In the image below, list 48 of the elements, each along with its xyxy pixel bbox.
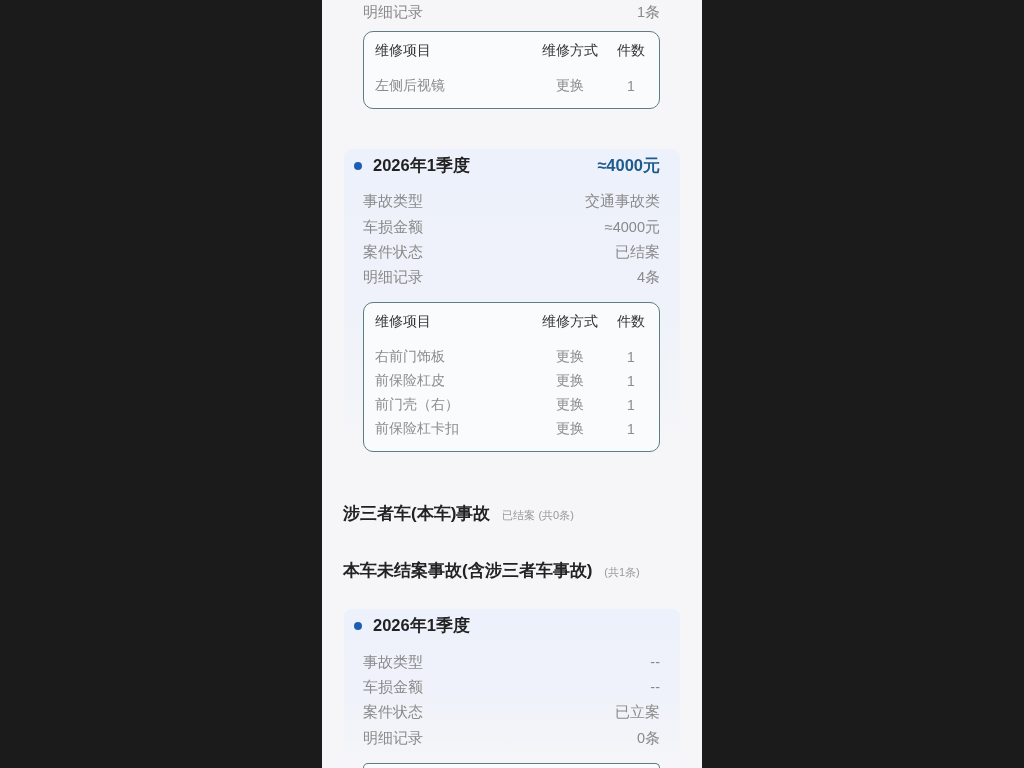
field-label: 案件状态: [363, 243, 423, 263]
column-header: 件数: [616, 313, 646, 332]
column-header: 维修项目: [375, 313, 432, 332]
table-cell-text: 前保险杠卡扣: [375, 420, 460, 439]
table-cell-text: 左侧后视镜: [375, 77, 446, 96]
field-value: 4条: [636, 268, 660, 288]
table-cell-text: 前保险杠皮: [375, 372, 446, 391]
table-cell-text: 更换: [555, 396, 585, 415]
table-cell-text: 更换: [555, 348, 585, 367]
field-label: 车损金额: [363, 677, 423, 697]
field-value: 0条: [636, 728, 660, 748]
field-value: 已立案: [615, 703, 660, 723]
field-label: 事故类型: [363, 652, 423, 672]
table-cell-text: 1: [626, 349, 636, 366]
field-label: 车损金额: [363, 217, 423, 237]
table-cell-text: 1: [626, 373, 636, 390]
field-label: 事故类型: [363, 192, 423, 212]
table-cell-text: 1: [626, 397, 636, 414]
amount-value: ≈4000元: [597, 155, 660, 177]
field-label: 明细记录: [363, 3, 423, 23]
table-cell-text: 1: [626, 78, 636, 95]
section-note: (共1条): [604, 565, 640, 581]
field-label: 案件状态: [363, 703, 423, 723]
period-title: 2026年1季度: [373, 155, 470, 177]
section-title: 涉三者车(本车)事故: [343, 503, 491, 526]
section-title: 本车未结案事故(含涉三者车事故): [343, 560, 593, 583]
section-note: 已结案 (共0条): [502, 508, 574, 524]
field-value: 1条: [636, 3, 660, 23]
field-value: ≈4000元: [604, 217, 660, 237]
period-title: 2026年1季度: [373, 615, 470, 637]
table-cell-text: 前门壳（右）: [375, 396, 460, 415]
field-value: --: [650, 654, 660, 671]
column-header: 维修项目: [375, 42, 432, 61]
table-cell-text: 右前门饰板: [375, 348, 446, 367]
table-cell-text: 更换: [555, 420, 585, 439]
table-cell-text: 1: [626, 421, 636, 438]
dot-icon: [354, 162, 362, 171]
column-header: 件数: [616, 42, 646, 61]
field-value: 已结案: [615, 243, 660, 263]
dot-icon: [354, 622, 362, 631]
column-header: 维修方式: [541, 313, 599, 332]
field-value: 交通事故类: [585, 192, 660, 212]
table-cell-text: 更换: [555, 77, 585, 96]
field-value: --: [650, 679, 660, 696]
field-label: 明细记录: [363, 728, 423, 748]
column-header: 维修方式: [541, 42, 599, 61]
table-cell-text: 更换: [555, 372, 585, 391]
field-label: 明细记录: [363, 268, 423, 288]
